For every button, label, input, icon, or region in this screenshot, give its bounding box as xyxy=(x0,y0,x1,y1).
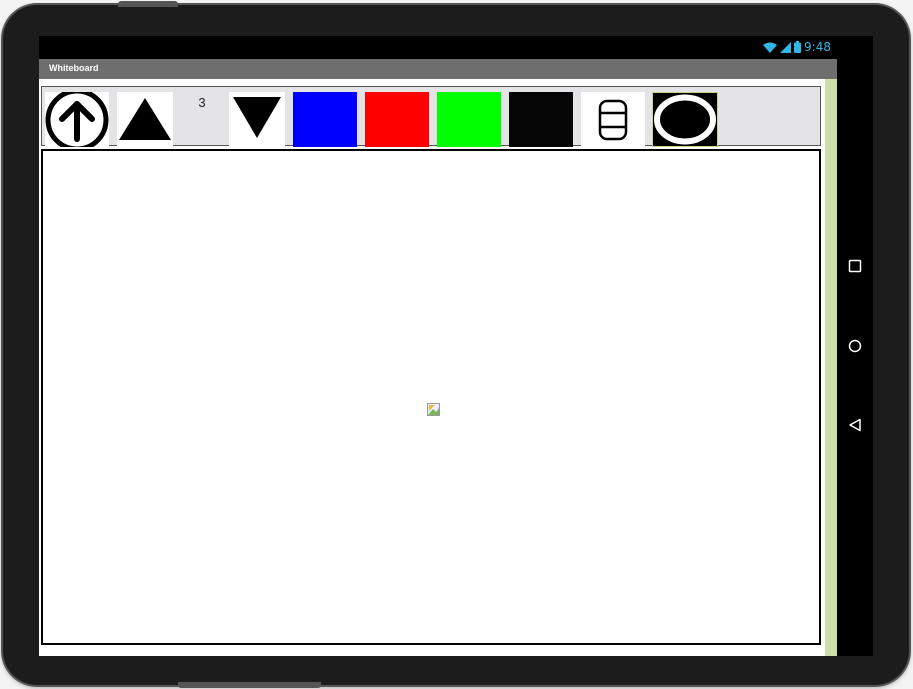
bottom-bezel-edge xyxy=(178,682,321,688)
eraser-icon xyxy=(598,99,628,141)
nav-bar xyxy=(837,36,873,656)
toolbar: 3 xyxy=(41,86,821,147)
triangle-up-icon xyxy=(119,98,171,140)
device-screen: 9:48 Whiteboard 3 xyxy=(39,36,873,656)
side-stripe xyxy=(825,79,837,656)
status-bar: 9:48 xyxy=(39,36,873,58)
battery-icon xyxy=(794,41,802,53)
clock: 9:48 xyxy=(804,40,831,54)
status-icons: 9:48 xyxy=(763,40,831,54)
triangle-down-icon xyxy=(233,97,281,138)
color-green-button[interactable] xyxy=(437,92,501,147)
wifi-icon xyxy=(763,42,778,53)
circle-icon xyxy=(654,94,716,145)
signal-icon xyxy=(780,41,792,53)
increase-size-button[interactable] xyxy=(117,92,173,147)
app-title-bar: Whiteboard xyxy=(39,59,837,79)
app-title: Whiteboard xyxy=(49,63,99,73)
arrow-up-circle-icon xyxy=(45,92,109,147)
recent-apps-icon[interactable] xyxy=(847,258,863,274)
power-button xyxy=(118,1,178,7)
app-content: 3 xyxy=(39,79,837,656)
broken-image-icon xyxy=(427,403,440,416)
eraser-button[interactable] xyxy=(581,92,645,147)
brush-size-label: 3 xyxy=(198,95,206,110)
home-icon[interactable] xyxy=(847,338,863,354)
upload-arrow-button[interactable] xyxy=(45,92,109,147)
color-black-button[interactable] xyxy=(509,92,573,147)
drawing-canvas[interactable] xyxy=(41,149,821,645)
color-blue-button[interactable] xyxy=(293,92,357,147)
decrease-size-button[interactable] xyxy=(229,92,285,147)
color-red-button[interactable] xyxy=(365,92,429,147)
circle-tool-button[interactable] xyxy=(652,92,718,147)
back-icon[interactable] xyxy=(847,417,863,433)
